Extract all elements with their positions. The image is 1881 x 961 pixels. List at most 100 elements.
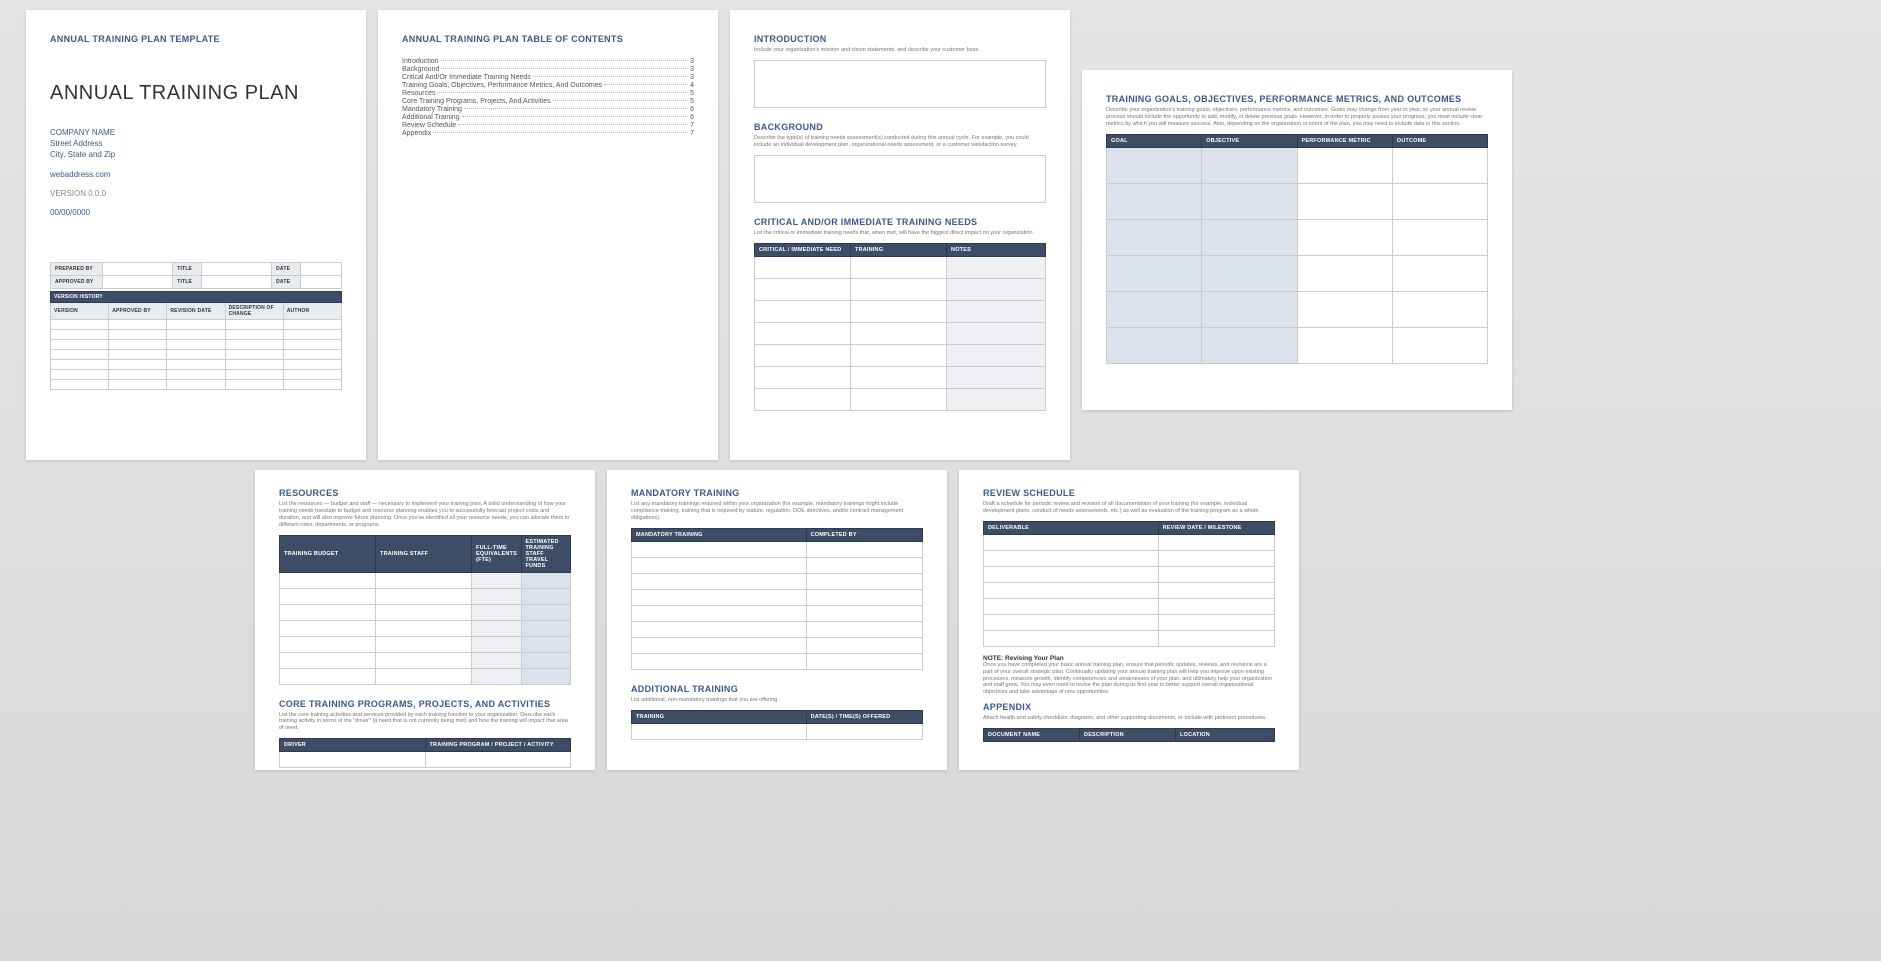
toc-item-title: Training Goals, Objectives, Performance … xyxy=(402,82,602,89)
toc-item-title: Mandatory Training xyxy=(402,106,462,113)
background-heading: BACKGROUND xyxy=(754,122,1046,132)
version-history-header: VERSION HISTORY xyxy=(51,292,342,303)
core-training-table[interactable]: DRIVER TRAINING PROGRAM / PROJECT / ACTI… xyxy=(279,738,571,768)
review-schedule-table[interactable]: DELIVERABLE REVIEW DATE / MILESTONE xyxy=(983,521,1275,647)
page-7[interactable]: REVIEW SCHEDULE Draft a schedule for per… xyxy=(959,470,1299,770)
resources-heading: RESOURCES xyxy=(279,488,571,498)
toc-dots xyxy=(441,60,689,61)
toc-item-title: Core Training Programs, Projects, And Ac… xyxy=(402,98,551,105)
toc-item-title: Background xyxy=(402,66,439,73)
goals-table[interactable]: GOAL OBJECTIVE PERFORMANCE METRIC OUTCOM… xyxy=(1106,134,1488,364)
page-3[interactable]: INTRODUCTION Include your organization's… xyxy=(730,10,1070,460)
toc-item-page: 4 xyxy=(690,82,694,89)
signature-table[interactable]: PREPARED BY TITLE DATE APPROVED BY TITLE… xyxy=(50,262,342,289)
toc-dots xyxy=(553,100,688,101)
toc-header: ANNUAL TRAINING PLAN TABLE OF CONTENTS xyxy=(402,34,694,44)
toc-item-page: 3 xyxy=(690,74,694,81)
background-input[interactable] xyxy=(754,155,1046,203)
version-history-table[interactable]: VERSION HISTORY VERSION APPROVED BY REVI… xyxy=(50,291,342,390)
review-schedule-heading: REVIEW SCHEDULE xyxy=(983,488,1275,498)
toc-list: Introduction3Background3Critical And/Or … xyxy=(402,58,694,137)
toc-item[interactable]: Core Training Programs, Projects, And Ac… xyxy=(402,98,694,105)
page-4-goals[interactable]: TRAINING GOALS, OBJECTIVES, PERFORMANCE … xyxy=(1082,70,1512,410)
page-6[interactable]: MANDATORY TRAINING List any mandatory tr… xyxy=(607,470,947,770)
toc-item[interactable]: Additional Training 6 xyxy=(402,114,694,121)
toc-dots xyxy=(464,108,688,109)
appendix-description: Attach health and safety checklists, dia… xyxy=(983,715,1275,722)
critical-needs-description: List the critical or immediate training … xyxy=(754,230,1046,237)
toc-dots xyxy=(437,92,688,93)
toc-item[interactable]: Appendix 7 xyxy=(402,130,694,137)
street-address: Street Address xyxy=(50,138,342,149)
critical-needs-heading: CRITICAL AND/OR IMMEDIATE TRAINING NEEDS xyxy=(754,217,1046,227)
note-title: NOTE: Revising Your Plan xyxy=(983,655,1275,662)
introduction-heading: INTRODUCTION xyxy=(754,34,1046,44)
core-training-description: List the core training activities and se… xyxy=(279,712,571,733)
date-label-1: DATE xyxy=(272,263,301,276)
toc-item-title: Review Schedule xyxy=(402,122,456,129)
toc-item-page: 6 xyxy=(690,114,694,121)
introduction-input[interactable] xyxy=(754,60,1046,108)
toc-item[interactable]: Training Goals, Objectives, Performance … xyxy=(402,82,694,89)
toc-dots xyxy=(458,124,688,125)
goals-heading: TRAINING GOALS, OBJECTIVES, PERFORMANCE … xyxy=(1106,94,1488,104)
appendix-heading: APPENDIX xyxy=(983,702,1275,712)
review-schedule-description: Draft a schedule for periodic review and… xyxy=(983,501,1275,515)
toc-item[interactable]: Mandatory Training 6 xyxy=(402,106,694,113)
template-header: ANNUAL TRAINING PLAN TEMPLATE xyxy=(50,34,342,44)
page-5[interactable]: RESOURCES List the resources — budget an… xyxy=(255,470,595,770)
toc-item-title: Resources xyxy=(402,90,435,97)
toc-item-page: 5 xyxy=(690,98,694,105)
toc-item-page: 7 xyxy=(690,122,694,129)
toc-item-page: 7 xyxy=(690,130,694,137)
note-description: Once you have completed your basic annua… xyxy=(983,662,1275,696)
toc-item[interactable]: Background 3 xyxy=(402,66,694,73)
web-address: webaddress.com xyxy=(50,169,342,180)
resources-description: List the resources — budget and staff — … xyxy=(279,501,571,529)
toc-item-page: 3 xyxy=(690,66,694,73)
introduction-description: Include your organization's mission and … xyxy=(754,47,1046,54)
toc-dots xyxy=(604,84,688,85)
toc-item-title: Introduction xyxy=(402,58,439,65)
background-description: Describe the type(s) of training needs a… xyxy=(754,135,1046,149)
toc-item-page: 6 xyxy=(690,106,694,113)
additional-training-table[interactable]: TRAINING DATE(S) / TIME(S) OFFERED xyxy=(631,710,923,740)
city-state-zip: City, State and Zip xyxy=(50,149,342,160)
page-1-cover[interactable]: ANNUAL TRAINING PLAN TEMPLATE ANNUAL TRA… xyxy=(26,10,366,460)
mandatory-training-description: List any mandatory trainings required wi… xyxy=(631,501,923,522)
title-label-2: TITLE xyxy=(173,276,202,289)
toc-item-page: 3 xyxy=(690,58,694,65)
critical-needs-table[interactable]: CRITICAL / IMMEDIATE NEED TRAINING NOTES xyxy=(754,243,1046,411)
resources-table[interactable]: TRAINING BUDGET TRAINING STAFF FULL-TIME… xyxy=(279,535,571,685)
page-row-2: RESOURCES List the resources — budget an… xyxy=(10,470,1871,770)
mandatory-training-heading: MANDATORY TRAINING xyxy=(631,488,923,498)
additional-training-description: List additional, non-mandatory trainings… xyxy=(631,697,923,704)
document-title: ANNUAL TRAINING PLAN xyxy=(50,82,342,105)
toc-item[interactable]: Critical And/Or Immediate Training Needs… xyxy=(402,74,694,81)
toc-item-page: 5 xyxy=(690,90,694,97)
company-name: COMPANY NAME xyxy=(50,127,342,138)
toc-dots xyxy=(533,76,688,77)
title-label-1: TITLE xyxy=(173,263,202,276)
toc-item-title: Appendix xyxy=(402,130,431,137)
document-date: 00/00/0000 xyxy=(50,207,342,218)
goals-description: Describe your organization's training go… xyxy=(1106,107,1488,128)
toc-item[interactable]: Resources 5 xyxy=(402,90,694,97)
document-workspace: ANNUAL TRAINING PLAN TEMPLATE ANNUAL TRA… xyxy=(10,10,1871,770)
toc-item[interactable]: Review Schedule 7 xyxy=(402,122,694,129)
page-2-toc[interactable]: ANNUAL TRAINING PLAN TABLE OF CONTENTS I… xyxy=(378,10,718,460)
appendix-table[interactable]: DOCUMENT NAME DESCRIPTION LOCATION xyxy=(983,728,1275,742)
page-row-1: ANNUAL TRAINING PLAN TEMPLATE ANNUAL TRA… xyxy=(10,10,1871,460)
toc-dots xyxy=(433,132,688,133)
toc-item-title: Additional Training xyxy=(402,114,460,121)
toc-dots xyxy=(441,68,688,69)
toc-dots xyxy=(462,116,689,117)
additional-training-heading: ADDITIONAL TRAINING xyxy=(631,684,923,694)
toc-item-title: Critical And/Or Immediate Training Needs xyxy=(402,74,531,81)
date-label-2: DATE xyxy=(272,276,301,289)
mandatory-training-table[interactable]: MANDATORY TRAINING COMPLETED BY xyxy=(631,528,923,670)
toc-item[interactable]: Introduction 3 xyxy=(402,58,694,65)
core-training-heading: CORE TRAINING PROGRAMS, PROJECTS, AND AC… xyxy=(279,699,571,709)
version-number: VERSION 0.0.0 xyxy=(50,188,342,199)
prepared-by-label: PREPARED BY xyxy=(51,263,103,276)
